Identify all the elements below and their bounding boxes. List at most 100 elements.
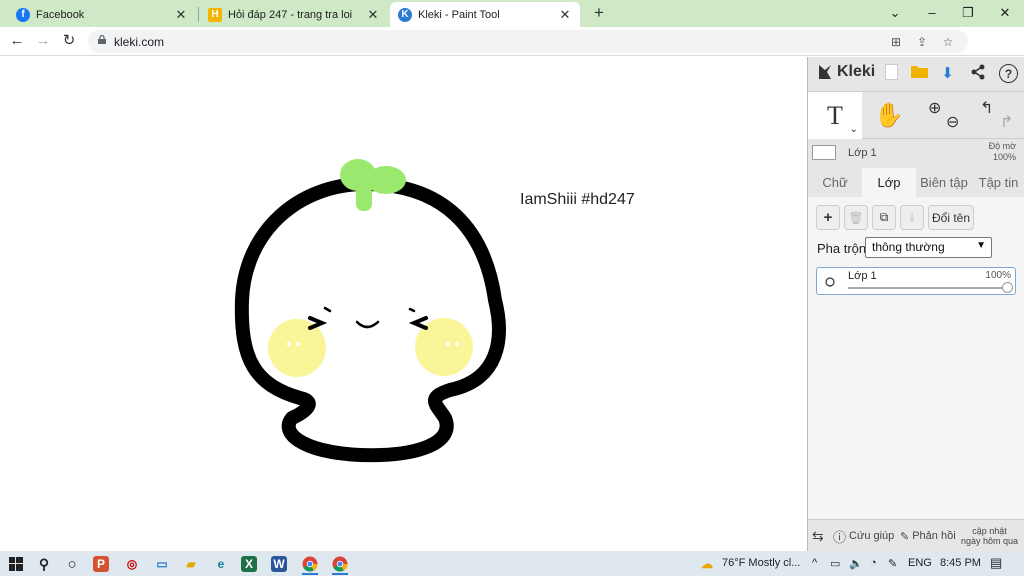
translate-icon[interactable]: ⊞ <box>888 34 904 50</box>
help-button[interactable]: ⓘ Cứu giúp <box>833 520 894 552</box>
text-tool-button[interactable]: T ⌄ <box>808 92 862 139</box>
text-tool-icon: T <box>827 100 843 130</box>
close-tab-icon[interactable]: ✕ <box>558 7 572 23</box>
undo-icon[interactable]: ↰ <box>980 98 993 118</box>
opacity-slider-track[interactable] <box>848 287 1008 289</box>
canvas-text: IamShiii #hd247 <box>520 191 635 208</box>
tab-title: Kleki - Paint Tool <box>418 8 500 21</box>
bookmark-star-icon[interactable]: ☆ <box>940 34 956 50</box>
close-tab-icon[interactable]: ✕ <box>174 7 188 23</box>
share-icon[interactable] <box>968 64 987 83</box>
windows-taskbar: ⚲ ○ P ◎ ▭ ▰ e X W ☁ 76°F Mostly cl... ^ … <box>0 551 1024 576</box>
lock-icon <box>98 35 106 44</box>
chrome-icon[interactable] <box>330 554 350 574</box>
notification-icon[interactable]: ▤ <box>990 555 1002 571</box>
tab-kleki[interactable]: K Kleki - Paint Tool ✕ <box>390 2 580 27</box>
blend-mode-select[interactable]: thông thường ▼ <box>865 237 992 258</box>
tab-file[interactable]: Tập tin <box>972 168 1024 197</box>
hoidap247-icon: H <box>208 7 222 22</box>
tab-title: Hỏi đáp 247 - trang tra loi <box>228 8 353 21</box>
feedback-icon: ✎ <box>900 530 910 543</box>
reload-icon[interactable]: ↻ <box>60 32 78 50</box>
canvas-drawing <box>234 159 506 463</box>
layer-thumbnail[interactable] <box>812 145 836 160</box>
layer-thumb-icon <box>825 277 835 287</box>
kleki-logo[interactable]: Kleki <box>816 63 875 81</box>
layer-preview-name: Lớp 1 <box>848 147 877 159</box>
language-indicator[interactable]: ENG <box>908 557 932 569</box>
feedback-label: Phản hồi <box>912 530 956 542</box>
feedback-button[interactable]: ✎ Phản hồi <box>900 520 956 552</box>
weather-text[interactable]: 76°F Mostly cl... <box>722 557 800 569</box>
facebook-icon: f <box>16 7 30 22</box>
merge-layer-button[interactable]: ⤓ <box>900 205 924 230</box>
duplicate-layer-button[interactable]: ⧉ <box>872 205 896 230</box>
chevron-down-icon[interactable]: ⌄ <box>850 124 858 135</box>
back-icon[interactable]: ← <box>8 32 26 50</box>
pen-icon[interactable]: ✎ <box>888 557 897 570</box>
layer-item[interactable]: Lớp 1 100% <box>816 267 1016 295</box>
show-hidden-icons-icon[interactable]: ^ <box>812 557 817 569</box>
restore-icon[interactable]: ❐ <box>957 3 979 23</box>
undo-redo-buttons[interactable]: ↰ ↱ <box>970 92 1024 139</box>
task-view-icon[interactable]: ○ <box>62 554 82 574</box>
battery-icon[interactable]: ▭ <box>830 557 840 570</box>
kleki-sidebar: Kleki ⬇ ? T ⌄ ✋ ⊕ ⊖ ↰ ↱ Lớp 1 Độ mờ 100%… <box>807 57 1024 551</box>
layer-preview: Lớp 1 Độ mờ 100% <box>808 141 1024 165</box>
delete-layer-button[interactable]: 🗑 <box>844 205 868 230</box>
chevron-down-icon: ▼ <box>976 240 986 251</box>
chrome-icon[interactable] <box>300 554 320 574</box>
opacity-slider-knob[interactable] <box>1002 282 1013 293</box>
redo-icon[interactable]: ↱ <box>1000 112 1013 132</box>
windows-start-icon[interactable] <box>6 554 26 574</box>
word-icon[interactable]: W <box>271 556 287 572</box>
tab-layers[interactable]: Lớp <box>862 168 916 197</box>
blend-mode-label: Pha trộn <box>817 241 867 256</box>
edge-icon[interactable]: e <box>211 554 231 574</box>
tab-text[interactable]: Chữ <box>808 168 862 197</box>
minimize-icon[interactable]: – <box>921 3 943 23</box>
powerpoint-icon[interactable]: P <box>93 556 109 572</box>
zoom-buttons[interactable]: ⊕ ⊖ <box>916 92 970 139</box>
help-icon[interactable]: ? <box>999 64 1018 83</box>
hand-icon: ✋ <box>874 102 904 129</box>
new-image-icon[interactable] <box>882 64 901 83</box>
file-explorer-icon[interactable]: ▰ <box>181 554 201 574</box>
tab-title: Facebook <box>36 8 85 21</box>
new-tab-button[interactable]: + <box>590 4 608 22</box>
panel-tabs: Chữ Lớp Biên tập Tập tin <box>808 168 1024 197</box>
recorder-icon[interactable]: ◎ <box>122 554 142 574</box>
tab-facebook[interactable]: f Facebook ✕ <box>8 2 196 27</box>
share-icon[interactable]: ⇪ <box>914 34 930 50</box>
excel-icon[interactable]: X <box>241 556 257 572</box>
kleki-logo-icon <box>819 65 831 79</box>
active-app-indicator <box>302 573 318 575</box>
tool-bar: T ⌄ ✋ ⊕ ⊖ ↰ ↱ <box>808 91 1024 139</box>
close-window-icon[interactable]: ✕ <box>994 3 1016 23</box>
download-icon[interactable]: ⬇ <box>938 64 957 83</box>
close-tab-icon[interactable]: ✕ <box>366 7 380 23</box>
address-bar[interactable]: kleki.com ⊞ ⇪ ☆ <box>88 30 968 53</box>
volume-icon[interactable]: 🔈 <box>849 557 863 570</box>
tab-search-icon[interactable]: ⌄ <box>884 3 906 23</box>
zoom-out-icon[interactable]: ⊖ <box>946 112 959 132</box>
browser-tab-strip: f Facebook ✕ H Hỏi đáp 247 - trang tra l… <box>0 0 1024 27</box>
rename-layer-button[interactable]: Đổi tên <box>928 205 974 230</box>
layers-panel: + 🗑 ⧉ ⤓ Đổi tên Pha trộn thông thường ▼ … <box>808 197 1024 519</box>
tab-hoidap247[interactable]: H Hỏi đáp 247 - trang tra loi ✕ <box>200 2 388 27</box>
drawing-canvas[interactable]: IamShiii #hd247 <box>0 57 807 551</box>
forward-icon[interactable]: → <box>34 32 52 50</box>
browser-toolbar: ← → ↻ kleki.com ⊞ ⇪ ☆ ⋮ <box>0 27 1024 77</box>
zoom-in-icon[interactable]: ⊕ <box>928 98 941 118</box>
tab-edit[interactable]: Biên tập <box>916 168 972 197</box>
add-layer-button[interactable]: + <box>816 205 840 230</box>
wifi-icon[interactable]: ◔ <box>870 557 877 569</box>
open-folder-icon[interactable] <box>910 64 929 83</box>
clock-time[interactable]: 8:45 PM <box>940 557 981 569</box>
swap-side-icon[interactable]: ⇆ <box>812 520 824 552</box>
hand-tool-button[interactable]: ✋ <box>862 92 916 139</box>
monitor-icon[interactable]: ▭ <box>152 554 172 574</box>
update-note[interactable]: cập nhật ngày hôm qua <box>961 520 1018 552</box>
weather-icon[interactable]: ☁ <box>697 554 717 574</box>
search-icon[interactable]: ⚲ <box>34 554 54 574</box>
